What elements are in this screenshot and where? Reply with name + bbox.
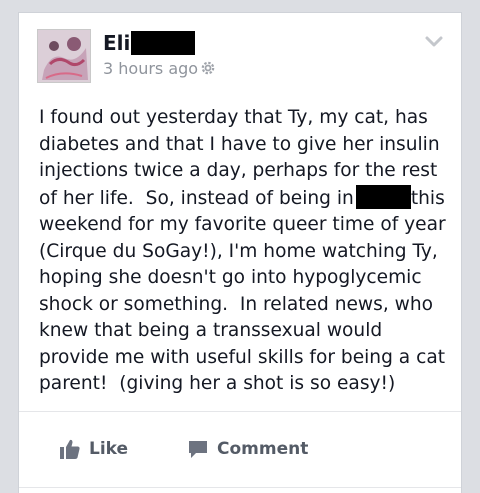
avatar[interactable]	[37, 29, 91, 83]
divider	[19, 487, 461, 488]
comment-button[interactable]: Comment	[187, 435, 308, 463]
divider	[19, 411, 461, 412]
post-line-part: of her life. So, instead of being in	[39, 187, 354, 209]
like-label: Like	[89, 439, 129, 459]
post-card: Eli 3 hours ago I found out yesterday th…	[18, 12, 462, 493]
chevron-down-icon[interactable]	[424, 35, 444, 49]
post-line: parent! (giving her a shot is so easy!)	[39, 373, 396, 394]
post-line: hoping she doesn't go into hypoglycemic	[39, 267, 422, 288]
post-line: of her life. So, instead of being in this	[39, 184, 451, 213]
like-button[interactable]: Like	[59, 435, 128, 463]
gear-icon[interactable]	[200, 60, 216, 76]
author-name[interactable]: Eli	[103, 31, 130, 55]
post-line: I found out yesterday that Ty, my cat, h…	[39, 107, 428, 128]
post-body: I found out yesterday that Ty, my cat, h…	[39, 105, 451, 398]
comment-label: Comment	[217, 439, 309, 459]
post-line: (Cirque du SoGay!), I'm home watching Ty…	[39, 240, 438, 262]
thumbs-up-icon	[60, 439, 80, 459]
post-line: injections twice a day, perhaps for the …	[39, 160, 438, 181]
post-line: weekend for my favorite queer time of ye…	[39, 214, 446, 235]
post-line: knew that being a transsexual would	[39, 320, 383, 341]
redacted-location	[355, 184, 411, 209]
redacted-surname	[131, 31, 195, 55]
post-line-part: this	[410, 187, 445, 209]
post-line: provide me with useful skills for being …	[39, 346, 446, 368]
post-timestamp[interactable]: 3 hours ago	[103, 59, 198, 79]
post-line: diabetes and that I have to give her ins…	[39, 133, 440, 155]
post-line: shock or something. In related news, who	[39, 293, 434, 315]
speech-bubble-icon	[189, 441, 207, 458]
